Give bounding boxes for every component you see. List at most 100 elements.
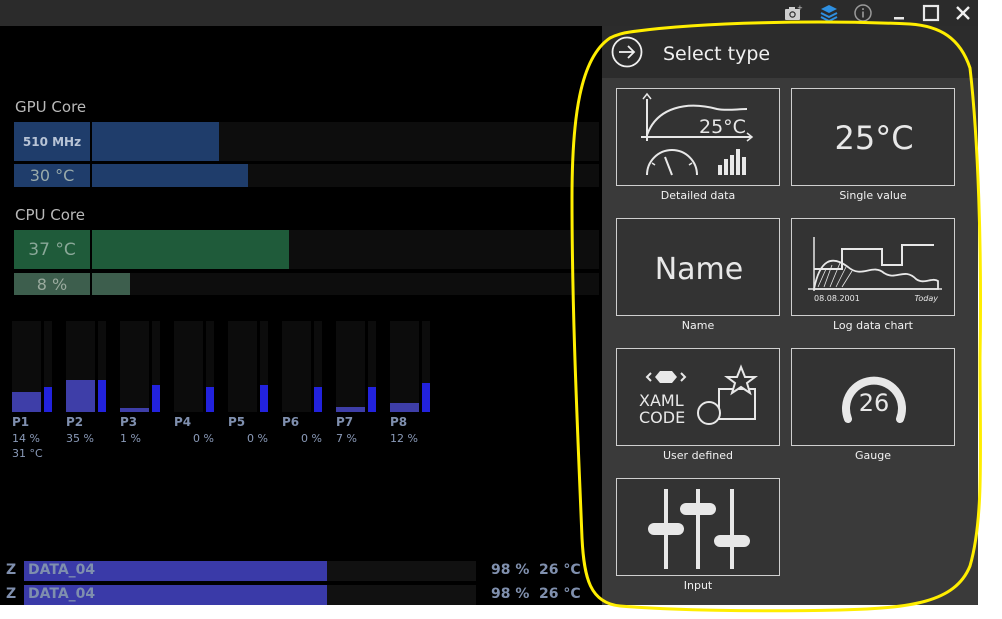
tile-name[interactable]: Name: [616, 218, 780, 316]
bar-separator: [90, 230, 92, 269]
user-defined-line2: CODE: [639, 408, 685, 427]
data-row-percent: 98 %: [491, 586, 530, 602]
core-bar-track: [120, 321, 149, 412]
tile-label: Single value: [839, 189, 907, 202]
core-thin-fill: [206, 387, 214, 412]
core-percent: 1 %: [120, 432, 141, 445]
core-name: P4: [174, 415, 192, 429]
gpu-temp-label: 30 °C: [29, 166, 75, 185]
app-window: + GPU Core 510 MHz 30 °C CPU Core 37 °C …: [0, 0, 978, 605]
tile-label: Log data chart: [832, 319, 913, 332]
camera-icon[interactable]: +: [781, 2, 805, 24]
maximize-icon[interactable]: [919, 2, 943, 24]
info-icon[interactable]: [851, 2, 875, 24]
core-bar-fill: [390, 403, 419, 412]
panel-header: Select type: [602, 26, 978, 78]
core-bar-fill: [66, 380, 95, 412]
data-row-bar: DATA_04: [24, 561, 476, 581]
data-row: Z DATA_04 98 % 26 °C: [0, 584, 600, 605]
data-row: Z DATA_04 98 % 26 °C: [0, 560, 600, 582]
core-bar: [12, 321, 52, 412]
tile-input[interactable]: [616, 478, 780, 576]
tile-log-data-chart[interactable]: 08.08.2001 Today: [791, 218, 955, 316]
core-bar: [336, 321, 376, 412]
core-name: P2: [66, 415, 84, 429]
core-thin-fill: [314, 387, 322, 412]
minimize-icon[interactable]: [887, 2, 911, 24]
sliders-icon: [648, 489, 750, 569]
select-type-panel: Select type 25°C Detailed data 25°C Sing…: [602, 26, 978, 605]
core-bar-fill: [336, 407, 365, 412]
core-bar: [228, 321, 268, 412]
core-name: P7: [336, 415, 354, 429]
core-name: P8: [390, 415, 408, 429]
tile-label: Gauge: [855, 449, 891, 462]
name-text: Name: [655, 252, 744, 287]
panel-title: Select type: [663, 43, 771, 65]
core-thin-fill: [98, 380, 106, 412]
bar-separator: [90, 164, 92, 187]
svg-text:+: +: [797, 4, 803, 12]
core-percent: 14 %: [12, 432, 40, 445]
layers-icon[interactable]: [817, 2, 841, 24]
close-icon[interactable]: [951, 2, 975, 24]
core-thin-fill: [152, 385, 160, 412]
log-chart-end-date: Today: [914, 294, 938, 303]
data-row-temp: 26 °C: [539, 586, 581, 602]
core-name: P6: [282, 415, 300, 429]
data-row-percent: 98 %: [491, 562, 530, 578]
core-percent: 7 %: [336, 432, 357, 445]
single-value-text: 25°C: [834, 119, 913, 157]
log-chart-start-date: 08.08.2001: [814, 294, 860, 303]
arrow-right-circle-icon[interactable]: [611, 36, 643, 68]
gauge-value: 26: [859, 389, 890, 417]
core-bar-track: [336, 321, 365, 412]
core-bar: [390, 321, 430, 412]
core-thin-fill: [260, 385, 268, 412]
tile-label: User defined: [663, 449, 733, 462]
tile-detailed-data[interactable]: 25°C: [616, 88, 780, 186]
core-name: P3: [120, 415, 138, 429]
tile-single-value[interactable]: 25°C: [791, 88, 955, 186]
gpu-temp-bar: 30 °C: [14, 164, 599, 187]
tile-label: Input: [683, 579, 713, 592]
cpu-load-fill: [92, 273, 130, 295]
detailed-data-icon: 25°C: [641, 92, 754, 176]
log-chart-icon: 08.08.2001 Today: [808, 237, 942, 303]
gpu-core-title: GPU Core: [15, 98, 87, 116]
cpu-load-label: 8 %: [36, 274, 68, 294]
core-bar: [120, 321, 160, 412]
detailed-data-value: 25°C: [699, 116, 746, 138]
gpu-clock-bar: 510 MHz: [14, 122, 599, 161]
core-bar-track: [390, 321, 419, 412]
bar-separator: [90, 122, 92, 161]
title-bar: +: [0, 0, 978, 26]
core-percent: 0 %: [247, 432, 268, 445]
core-bar: [66, 321, 106, 412]
data-row-name: DATA_04: [28, 586, 96, 602]
core-bar-track: [174, 321, 203, 412]
core-name: P5: [228, 415, 246, 429]
cpu-temp-bar: 37 °C: [14, 230, 599, 269]
data-row-bar: DATA_04: [24, 585, 476, 605]
core-temperature: 31 °C: [12, 447, 43, 460]
name-icon: Name: [655, 252, 744, 287]
core-bar-fill: [12, 392, 41, 412]
core-thin-fill: [422, 383, 430, 412]
single-value-icon: 25°C: [834, 119, 913, 157]
gauge-icon: 26: [842, 376, 906, 423]
tile-gauge[interactable]: 26: [791, 348, 955, 446]
data-row-temp: 26 °C: [539, 562, 581, 578]
gpu-clock-label: 510 MHz: [22, 134, 82, 149]
tile-label: Detailed data: [660, 189, 736, 202]
core-bar-track: [228, 321, 257, 412]
tile-user-defined[interactable]: XAML CODE: [616, 348, 780, 446]
data-row-name: DATA_04: [28, 562, 96, 578]
core-percent: 0 %: [193, 432, 214, 445]
user-defined-icon: XAML CODE: [639, 364, 758, 427]
tile-label: Name: [681, 319, 715, 332]
data-row-axis: Z: [6, 586, 17, 602]
core-bar: [282, 321, 322, 412]
core-percent: 12 %: [390, 432, 418, 445]
cpu-temp-label: 37 °C: [28, 239, 76, 260]
